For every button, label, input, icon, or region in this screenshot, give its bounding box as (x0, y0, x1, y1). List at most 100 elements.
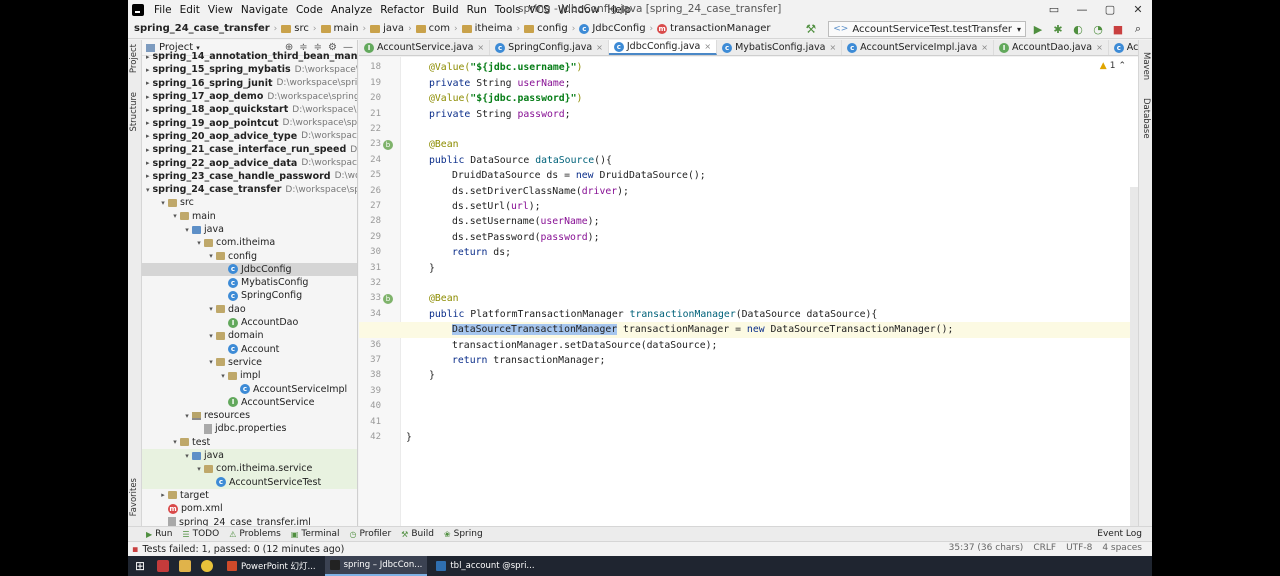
tool-window-run[interactable]: ▶ Run (146, 529, 172, 539)
tree-row[interactable]: ▾ config (142, 249, 357, 262)
chevron-down-icon[interactable]: ▾ (158, 199, 168, 207)
code-line[interactable]: @Value("${jdbc.password}") (401, 91, 1138, 106)
event-log-button[interactable]: Event Log (1097, 529, 1142, 539)
run-icon[interactable]: ▶ (1030, 23, 1046, 36)
database-tool-tab[interactable]: Database (1141, 98, 1151, 139)
cursor-position[interactable]: 35:37 (36 chars) (949, 543, 1024, 553)
code-line[interactable] (401, 415, 1138, 430)
chevron-right-icon[interactable]: ▸ (146, 132, 150, 140)
profile-icon[interactable]: ◔ (1090, 23, 1106, 36)
taskbar-app[interactable]: tbl_account @spri... (431, 556, 539, 576)
build-hammer-icon[interactable]: ⚒ (806, 22, 817, 36)
menu-item-analyze[interactable]: Analyze (327, 4, 376, 16)
chevron-down-icon[interactable]: ▾ (182, 412, 192, 420)
chevron-right-icon[interactable]: ▸ (146, 146, 150, 154)
code-line[interactable] (401, 384, 1138, 399)
close-tab-icon[interactable]: × (477, 43, 484, 52)
chevron-right-icon[interactable]: ▸ (158, 491, 168, 499)
tree-row[interactable]: m pom.xml (142, 502, 357, 515)
chevron-down-icon[interactable]: ▾ (182, 452, 192, 460)
editor-tab[interactable]: c MybatisConfig.java × (717, 40, 843, 55)
tree-row[interactable]: ▾ domain (142, 329, 357, 342)
editor-tab[interactable]: c SpringConfig.java × (490, 40, 609, 55)
run-config-dropdown[interactable]: <> AccountServiceTest.testTransfer ▾ (828, 21, 1026, 37)
tree-row[interactable]: ▸ spring_17_aop_demo D:\workspace\spring\s (142, 90, 357, 103)
close-tab-icon[interactable]: × (829, 43, 836, 52)
editor-scrollbar[interactable] (1130, 187, 1138, 526)
chevron-right-icon[interactable]: ▸ (146, 119, 150, 127)
chevron-right-icon[interactable]: ▸ (146, 159, 150, 167)
tree-row[interactable]: c MybatisConfig (142, 276, 357, 289)
tree-row[interactable]: ▾ service (142, 356, 357, 369)
spring-bean-icon[interactable]: b (383, 294, 393, 305)
chevron-down-icon[interactable]: ▾ (206, 358, 216, 366)
menu-item-code[interactable]: Code (292, 4, 327, 16)
code-line[interactable]: @Value("${jdbc.username}") (401, 60, 1138, 75)
code-line[interactable]: DruidDataSource ds = new DruidDataSource… (401, 168, 1138, 183)
tree-row[interactable]: ▾ test (142, 436, 357, 449)
close-tab-icon[interactable]: × (704, 42, 711, 51)
tree-row[interactable]: ▸spring_15_spring_mybatisD:\workspace\sp… (142, 63, 357, 76)
code-editor[interactable]: 17181920212223b24252627282930313233b3435… (359, 57, 1138, 526)
tool-window-problems[interactable]: ⚠ Problems (229, 529, 281, 539)
tree-row[interactable]: ▸spring_23_case_handle_passwordD:\works (142, 170, 357, 183)
close-tab-icon[interactable]: × (596, 43, 603, 52)
folder-icon[interactable] (174, 556, 196, 576)
project-tool-tab[interactable]: Project (129, 44, 139, 73)
tree-row[interactable]: I AccountService (142, 396, 357, 409)
breadcrumb-item[interactable]: src (281, 23, 309, 34)
editor-tab[interactable]: cAccountServiceTest.java× (1109, 40, 1138, 55)
tree-row[interactable]: c AccountServiceImpl (142, 382, 357, 395)
favorites-tool-tab[interactable]: Favorites (129, 478, 139, 516)
minimize-button[interactable]: — (1068, 0, 1096, 19)
stop-icon[interactable]: ■ (1110, 23, 1126, 36)
tool-window-terminal[interactable]: ▣ Terminal (291, 529, 340, 539)
maven-tool-tab[interactable]: Maven (1141, 52, 1151, 80)
tree-row[interactable]: jdbc.properties (142, 422, 357, 435)
editor-tab[interactable]: c AccountServiceImpl.java × (842, 40, 994, 55)
tree-row[interactable]: ▾ com.itheima (142, 236, 357, 249)
menu-item-edit[interactable]: Edit (176, 4, 204, 16)
chevron-down-icon[interactable]: ▾ (218, 372, 228, 380)
code-line[interactable]: public DataSource dataSource(){ (401, 153, 1138, 168)
chrome-icon[interactable] (196, 556, 218, 576)
tree-row[interactable]: ▸spring_14_annotation_third_bean_manager (142, 50, 357, 63)
chevron-down-icon[interactable]: ▾ (194, 465, 204, 473)
code-line[interactable]: @Bean (401, 137, 1138, 152)
code-line[interactable]: ds.setPassword(password); (401, 230, 1138, 245)
tree-row[interactable]: ▾spring_24_case_transferD:\workspace\spr… (142, 183, 357, 196)
tree-row[interactable]: ▾ impl (142, 369, 357, 382)
indent-setting[interactable]: 4 spaces (1102, 543, 1142, 553)
tree-row[interactable]: ▾ dao (142, 303, 357, 316)
chevron-right-icon[interactable]: ▸ (146, 79, 150, 87)
search-icon[interactable]: ⌕ (1130, 22, 1146, 36)
spring-bean-icon[interactable]: b (383, 140, 393, 151)
tool-window-build[interactable]: ⚒ Build (401, 529, 434, 539)
breadcrumb-item[interactable]: itheima (461, 23, 512, 34)
close-tab-icon[interactable]: × (981, 43, 988, 52)
tree-row[interactable]: ▸spring_20_aop_advice_typeD:\workspace\s… (142, 130, 357, 143)
tree-row[interactable]: ▾ java (142, 223, 357, 236)
chevron-down-icon[interactable]: ▾ (194, 239, 204, 247)
code-line[interactable]: } (401, 430, 1138, 445)
chevron-down-icon[interactable]: ▾ (206, 305, 216, 313)
code-line[interactable]: ds.setUsername(userName); (401, 214, 1138, 229)
chevron-right-icon[interactable]: ▸ (146, 66, 150, 74)
tree-row[interactable]: ▾ src (142, 196, 357, 209)
tree-row[interactable]: ▸spring_18_aop_quickstartD:\workspace\sp… (142, 103, 357, 116)
inspection-indicator[interactable]: ▲ 1 ⌃ (1100, 61, 1126, 71)
code-line[interactable]: return ds; (401, 245, 1138, 260)
code-line[interactable]: private String userName; (401, 76, 1138, 91)
code-line[interactable]: ds.setDriverClassName(driver); (401, 184, 1138, 199)
code-line[interactable] (401, 399, 1138, 414)
structure-tool-tab[interactable]: Structure (129, 92, 139, 132)
code-line[interactable]: ds.setUrl(url); (401, 199, 1138, 214)
tree-row[interactable]: ▾ main (142, 210, 357, 223)
editor-tab[interactable]: I AccountService.java × (359, 40, 491, 55)
tree-row[interactable]: spring_24_case_transfer.iml (142, 515, 357, 526)
chevron-right-icon[interactable]: ▸ (146, 53, 150, 61)
code-line[interactable]: return transactionManager; (401, 353, 1138, 368)
editor-tab[interactable]: I AccountDao.java × (994, 40, 1109, 55)
tree-row[interactable]: ▸spring_19_aop_pointcutD:\workspace\spri… (142, 116, 357, 129)
tree-row[interactable]: ▸ spring_16_spring_junit D:\workspace\spri… (142, 77, 357, 90)
